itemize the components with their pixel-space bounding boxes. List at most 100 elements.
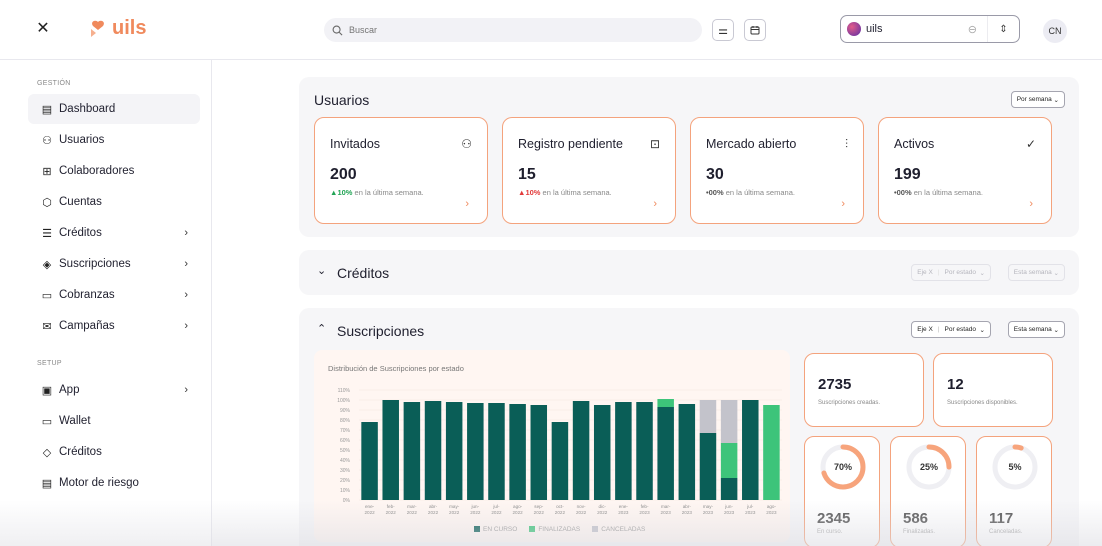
x-tick-label: 2023 — [703, 510, 714, 515]
ring-label: 70% — [834, 462, 852, 472]
creditos-period-select[interactable]: Esta semana ⌄ — [1007, 264, 1065, 281]
chevron-right-icon[interactable]: › — [841, 198, 845, 210]
calendar-button[interactable] — [744, 19, 766, 41]
bar-en-curso[interactable] — [699, 433, 717, 500]
stat-card[interactable]: Activos ✓ 199 •00% en la última semana. › — [878, 117, 1052, 224]
legend-label: FINALIZADAS — [538, 526, 581, 533]
stat-value: 30 — [706, 166, 724, 183]
status-ring-card[interactable]: 5% 117 Canceladas. — [976, 436, 1052, 546]
bar-en-curso[interactable] — [636, 402, 653, 500]
x-tick-label: 2022 — [449, 510, 460, 515]
bar-en-curso[interactable] — [445, 402, 463, 500]
creditos-axis-select[interactable]: Eje X | Por estado ⌄ — [911, 264, 991, 281]
sidebar-item-app[interactable]: ▣ App › — [28, 375, 200, 405]
chevron-right-icon[interactable]: › — [1029, 198, 1033, 210]
legend-item: EN CURSO — [474, 526, 517, 533]
created-label: Suscripciones creadas. — [818, 400, 881, 406]
sidebar-item-colaboradores[interactable]: ⊞ Colaboradores — [28, 156, 200, 186]
sidebar-item-suscripciones[interactable]: ◈ Suscripciones › — [28, 249, 200, 279]
section-label-gestion: GESTIÓN — [37, 80, 71, 87]
bar-en-curso[interactable] — [424, 401, 442, 500]
bar-en-curso[interactable] — [572, 401, 590, 500]
y-tick-label: 60% — [340, 438, 351, 444]
sidebar-item-label: Wallet — [59, 415, 91, 427]
ring-caption: En curso. — [817, 529, 843, 535]
bar-en-curso[interactable] — [467, 403, 484, 500]
sidebar-item-campañas[interactable]: ✉ Campañas › — [28, 311, 200, 341]
link-icon[interactable]: ⊖ — [968, 23, 977, 36]
sidebar-item-motor-de-riesgo[interactable]: ▤ Motor de riesgo — [28, 468, 200, 498]
legend-swatch — [529, 526, 536, 533]
document-icon: ▤ — [41, 477, 53, 490]
bar-en-curso[interactable] — [488, 403, 505, 500]
close-icon[interactable]: ✕ — [34, 20, 52, 38]
suscripciones-title: Suscripciones — [337, 323, 425, 339]
bar-en-curso[interactable] — [403, 402, 421, 500]
chevron-right-icon: › — [184, 384, 188, 396]
stat-card[interactable]: Mercado abierto ⫶ 30 •00% en la última sema… — [690, 117, 864, 224]
bar-en-curso[interactable] — [593, 405, 611, 500]
bar-en-curso[interactable] — [615, 402, 632, 500]
suscripciones-period-select[interactable]: Esta semana ⌄ — [1007, 321, 1065, 338]
bar-en-curso[interactable] — [509, 404, 526, 500]
sidebar-item-cobranzas[interactable]: ▭ Cobranzas › — [28, 280, 200, 310]
available-card[interactable]: 12 Suscripciones disponibles. — [933, 353, 1053, 427]
y-tick-label: 100% — [337, 398, 350, 404]
x-tick-label: jun- — [724, 504, 733, 509]
bar-en-curso[interactable] — [742, 400, 759, 500]
stat-card[interactable]: Registro pendiente ⊡ 15 ▲10% en la última s… — [502, 117, 676, 224]
search-bar[interactable] — [324, 18, 702, 42]
sidebar-item-dashboard[interactable]: ▤ Dashboard — [28, 94, 200, 124]
y-tick-label: 10% — [340, 488, 351, 494]
bar-en-curso[interactable] — [678, 404, 696, 500]
y-tick-label: 90% — [340, 408, 351, 414]
ring-label: 25% — [920, 462, 938, 472]
section-label-setup: SETUP — [37, 360, 62, 367]
bar-finalizadas[interactable] — [763, 405, 780, 500]
delta-text: en la última semana. — [725, 188, 795, 197]
avatar[interactable]: CN — [1043, 19, 1067, 43]
bar-en-curso[interactable] — [657, 407, 674, 500]
sidebar-item-wallet[interactable]: ▭ Wallet — [28, 406, 200, 436]
chevron-right-icon[interactable]: › — [465, 198, 469, 210]
x-tick-label: 2022 — [470, 510, 481, 515]
sidebar-item-cuentas[interactable]: ⬡ Cuentas — [28, 187, 200, 217]
chevron-up-icon[interactable]: ⌃ — [317, 322, 326, 335]
stat-card[interactable]: Invitados ⚇ 200 ▲10% en la última semana. › — [314, 117, 488, 224]
bar-en-curso[interactable] — [530, 405, 548, 500]
sidebar-item-usuarios[interactable]: ⚇ Usuarios — [28, 125, 200, 155]
search-input[interactable] — [349, 25, 649, 35]
suscripciones-axis-select[interactable]: Eje X | Por estado ⌄ — [911, 321, 991, 338]
chevron-right-icon[interactable]: › — [653, 198, 657, 210]
created-card[interactable]: 2735 Suscripciones creadas. — [804, 353, 924, 427]
x-tick-label: 2023 — [724, 510, 735, 515]
status-ring-card[interactable]: 25% 586 Finalizadas. — [890, 436, 966, 546]
stat-value: 15 — [518, 166, 536, 183]
x-tick-label: ago- — [513, 504, 523, 509]
usuarios-period-select[interactable]: Por semana ⌄ — [1010, 91, 1065, 108]
bar-finalizadas[interactable] — [657, 399, 674, 407]
sidebar-item-créditos[interactable]: ◇ Créditos — [28, 437, 200, 467]
bar-canceladas[interactable] — [699, 400, 717, 433]
chevron-down-icon[interactable]: ⌄ — [317, 264, 326, 277]
creditos-panel: ⌄ Créditos Eje X | Por estado ⌄ Esta sem… — [299, 250, 1079, 295]
x-tick-label: nov- — [577, 504, 586, 509]
bar-finalizadas[interactable] — [720, 443, 738, 478]
x-tick-label: 2022 — [407, 510, 418, 515]
y-tick-label: 30% — [340, 468, 351, 474]
chevron-updown-icon[interactable]: ⇕ — [987, 16, 1019, 42]
filter-button[interactable]: ⚌ — [712, 19, 734, 41]
chart-legend: EN CURSO FINALIZADAS CANCELADAS — [474, 526, 645, 533]
axis-label: Eje X — [917, 326, 933, 333]
organization-selector[interactable]: uils ⊖ ⇕ — [840, 15, 1020, 43]
cube-icon: ⬡ — [42, 196, 52, 209]
y-tick-label: 40% — [340, 458, 351, 464]
sidebar-item-créditos[interactable]: ☰ Créditos › — [28, 218, 200, 248]
stat-title: Mercado abierto — [706, 137, 797, 151]
bar-en-curso[interactable] — [551, 422, 569, 500]
bar-en-curso[interactable] — [720, 478, 738, 500]
bar-canceladas[interactable] — [720, 400, 738, 443]
bar-en-curso[interactable] — [382, 400, 399, 500]
status-ring-card[interactable]: 70% 2345 En curso. — [804, 436, 880, 546]
bar-en-curso[interactable] — [361, 422, 378, 500]
